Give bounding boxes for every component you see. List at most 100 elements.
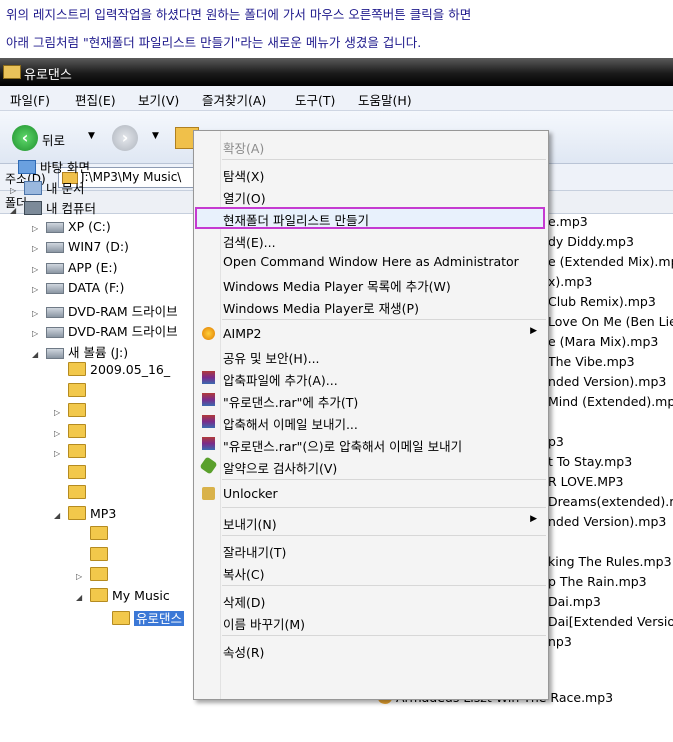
tree-item[interactable] [76,526,112,541]
file-item[interactable]: R LOVE.MP3 [548,474,624,489]
context-menu-item[interactable]: 잘라내기(T) [195,539,545,560]
back-arrow-icon[interactable]: ‹ [12,125,38,151]
tree-item[interactable]: 바탕 화면 [4,157,90,176]
file-item[interactable]: Dai.mp3 [548,594,601,609]
expand-toggle-icon[interactable]: ▷ [10,186,20,195]
expand-toggle-icon[interactable]: ▷ [32,265,42,274]
file-item[interactable]: np3 [548,634,572,649]
menu-tools[interactable]: 도구(T) [295,90,335,109]
expand-toggle-icon[interactable]: ▷ [76,572,86,581]
file-item[interactable]: Dreams(extended).m [548,494,673,509]
title-bar[interactable]: 유로댄스 [0,58,673,86]
context-menu-item[interactable]: 알약으로 검사하기(V) [195,455,545,476]
expand-toggle-icon[interactable]: ▷ [32,244,42,253]
menu-item-label: 잘라내기(T) [223,545,287,560]
context-menu-item[interactable]: 압축파일에 추가(A)... [195,367,545,388]
menu-separator [222,535,546,536]
tree-item[interactable]: ▷ [76,567,112,582]
menu-item-label: "유로댄스.rar"에 추가(T) [223,395,359,410]
back-dropdown-icon[interactable]: ▼ [88,131,95,141]
menu-item-label: Windows Media Player 목록에 추가(W) [223,279,451,294]
context-menu-item[interactable]: 보내기(N) ▶ [195,511,545,532]
file-item[interactable]: Club Remix).mp3 [548,294,656,309]
file-item[interactable]: nded Version).mp3 [548,374,666,389]
file-item[interactable]: nded Version).mp3 [548,514,666,529]
context-menu-item[interactable]: Open Command Window Here as Administrato… [195,251,545,271]
context-menu-item[interactable]: 열기(O) [195,185,545,206]
tree-item[interactable]: ◢ 새 볼륨 (J:) [32,342,128,361]
tree-item[interactable]: ◢ 내 컴퓨터 [10,198,96,217]
tree-item[interactable] [76,546,112,562]
file-item[interactable]: p The Rain.mp3 [548,574,647,589]
file-item[interactable]: e (Extended Mix).mp [548,254,673,269]
tree-item[interactable]: ◢ MP3 [54,505,116,521]
expand-toggle-icon[interactable]: ◢ [54,511,64,520]
context-menu-item[interactable]: Windows Media Player 목록에 추가(W) [195,273,545,294]
tree-item-label: DVD-RAM 드라이브 [68,303,178,319]
tree-item[interactable] [54,464,90,480]
tree-item[interactable]: 유로댄스 [98,608,185,627]
context-menu-item[interactable]: 이름 바꾸기(M) [195,611,545,632]
file-item[interactable]: dy Diddy.mp3 [548,234,634,249]
context-menu-item[interactable]: Windows Media Player로 재생(P) [195,295,545,316]
tree-item[interactable]: ▷ DVD-RAM 드라이브 [32,321,178,340]
file-item[interactable]: e (Mara Mix).mp3 [548,334,658,349]
context-menu-item[interactable]: Unlocker [195,483,545,503]
file-item[interactable]: x).mp3 [548,274,592,289]
menu-help[interactable]: 도움말(H) [358,90,412,109]
tree-item[interactable]: ▷ DVD-RAM 드라이브 [32,301,178,320]
context-menu-item[interactable]: 공유 및 보안(H)... [195,345,545,366]
expand-toggle-icon[interactable]: ▷ [54,449,64,458]
menu-favorites[interactable]: 즐겨찾기(A) [202,90,266,109]
tree-item[interactable]: ▷ [54,444,90,459]
tree-item-label: WIN7 (D:) [68,239,129,254]
tree-item[interactable] [54,485,90,500]
context-menu-item[interactable]: 압축해서 이메일 보내기... [195,411,545,432]
context-menu-item[interactable]: 복사(C) [195,561,545,582]
file-item[interactable]: king The Rules.mp3 [548,554,672,569]
file-item[interactable]: t To Stay.mp3 [548,454,632,469]
tree-item[interactable]: ▷ WIN7 (D:) [32,239,129,254]
forward-dropdown-icon[interactable]: ▼ [152,131,159,141]
context-menu-item[interactable]: "유로댄스.rar"에 추가(T) [195,389,545,410]
expand-toggle-icon[interactable]: ▷ [32,329,42,338]
expand-toggle-icon[interactable]: ◢ [32,350,42,359]
file-item[interactable]: Dai[Extended Version] [548,614,673,629]
folder-icon [68,403,86,417]
expand-toggle-icon[interactable]: ▷ [32,309,42,318]
context-menu-item[interactable]: 현재폴더 파일리스트 만들기 [195,207,545,229]
context-menu-item[interactable]: 속성(R) [195,639,545,660]
tree-item[interactable]: ◢ My Music [76,587,170,603]
tree-item[interactable]: ▷ [54,423,90,439]
tree-item[interactable] [54,382,90,398]
menu-view[interactable]: 보기(V) [138,90,179,109]
expand-toggle-icon[interactable]: ▷ [54,429,64,438]
expand-toggle-icon[interactable]: ▷ [32,224,42,233]
back-button-label[interactable]: 뒤로 [42,130,65,149]
expand-toggle-icon[interactable]: ▷ [54,408,64,417]
expand-toggle-icon[interactable]: ▷ [32,285,42,294]
context-menu-item[interactable]: "유로댄스.rar"(으)로 압축해서 이메일 보내기 [195,433,545,454]
tree-item[interactable]: ▷ 내 문서 [10,178,84,197]
context-menu-item[interactable]: 검색(E)... [195,229,545,250]
file-item[interactable]: np3 [548,654,572,656]
tree-item[interactable]: ▷ APP (E:) [32,260,117,275]
tree-item[interactable]: 2009.05_16_ [54,362,170,377]
tree-item[interactable]: ▷ XP (C:) [32,219,111,234]
menu-item-label: 검색(E)... [223,235,276,250]
file-item[interactable]: Mind (Extended).mp [548,394,673,409]
tree-item[interactable]: ▷ [54,403,90,418]
file-item[interactable]: The Vibe.mp3 [548,354,635,369]
context-menu-item[interactable]: AIMP2 ▶ [195,323,545,343]
menu-file[interactable]: 파일(F) [10,90,50,109]
file-item[interactable]: Love On Me (Ben Lie [548,314,673,329]
menu-edit[interactable]: 편집(E) [75,90,116,109]
context-menu-item[interactable]: 탐색(X) [195,163,545,184]
file-item[interactable]: e.mp3 [548,214,588,229]
forward-arrow-icon[interactable]: › [112,125,138,151]
tree-item[interactable]: ▷ DATA (F:) [32,280,124,295]
expand-toggle-icon[interactable]: ◢ [10,206,20,215]
expand-toggle-icon[interactable]: ◢ [76,593,86,602]
context-menu-item[interactable]: 삭제(D) [195,589,545,610]
file-item[interactable]: p3 [548,434,564,449]
